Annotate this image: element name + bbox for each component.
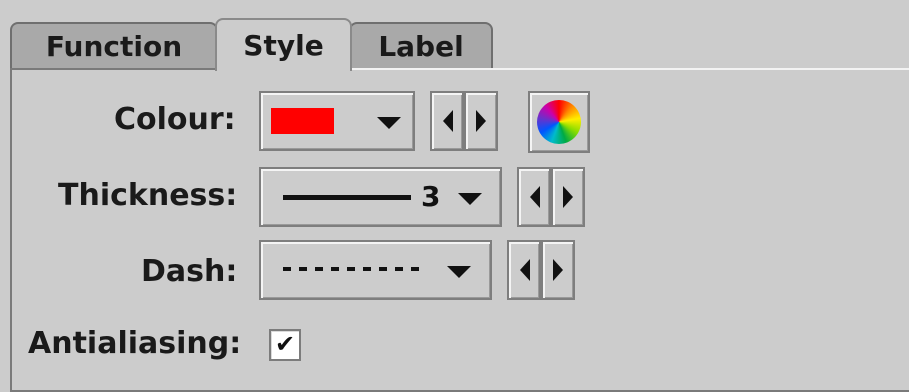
tab-style-label: Style bbox=[243, 29, 324, 62]
tab-function[interactable]: Function bbox=[10, 22, 218, 68]
thickness-combo[interactable]: 3 bbox=[259, 167, 502, 227]
checkmark-icon: ✔ bbox=[274, 330, 296, 358]
chevron-down-icon bbox=[377, 117, 401, 129]
dash-prev-button[interactable] bbox=[507, 240, 541, 300]
dash-combo[interactable] bbox=[259, 240, 492, 300]
dash-label: Dash: bbox=[141, 254, 238, 289]
dash-pattern-sample bbox=[283, 267, 423, 271]
tab-style[interactable]: Style bbox=[215, 18, 352, 71]
tab-strip-highlight bbox=[352, 68, 909, 70]
triangle-left-icon bbox=[443, 110, 453, 132]
line-thickness-sample bbox=[283, 195, 411, 200]
triangle-right-icon bbox=[553, 259, 563, 281]
colour-next-button[interactable] bbox=[464, 91, 498, 151]
tab-label-label: Label bbox=[378, 29, 464, 63]
color-wheel-icon bbox=[537, 100, 581, 144]
colour-swatch bbox=[271, 108, 334, 134]
thickness-step-buttons bbox=[517, 167, 585, 227]
chevron-down-icon bbox=[447, 266, 471, 278]
chevron-down-icon bbox=[458, 193, 482, 205]
dash-next-button[interactable] bbox=[541, 240, 575, 300]
colour-combo[interactable] bbox=[259, 91, 415, 151]
triangle-left-icon bbox=[520, 259, 530, 281]
thickness-next-button[interactable] bbox=[551, 167, 585, 227]
colour-chooser-button[interactable] bbox=[528, 91, 590, 153]
tab-label[interactable]: Label bbox=[349, 22, 493, 68]
antialiasing-checkbox[interactable]: ✔ bbox=[269, 329, 301, 361]
triangle-left-icon bbox=[530, 186, 540, 208]
colour-label: Colour: bbox=[114, 102, 236, 137]
antialiasing-label: Antialiasing: bbox=[28, 326, 242, 361]
triangle-right-icon bbox=[563, 186, 573, 208]
dash-step-buttons bbox=[507, 240, 575, 300]
triangle-right-icon bbox=[476, 110, 486, 132]
thickness-value: 3 bbox=[421, 180, 441, 213]
thickness-prev-button[interactable] bbox=[517, 167, 551, 227]
colour-step-buttons bbox=[430, 91, 498, 151]
thickness-label: Thickness: bbox=[58, 178, 238, 213]
style-config-panel: Function Style Label Colour: Thickness: … bbox=[0, 0, 909, 392]
colour-prev-button[interactable] bbox=[430, 91, 464, 151]
tab-function-label: Function bbox=[45, 29, 183, 63]
